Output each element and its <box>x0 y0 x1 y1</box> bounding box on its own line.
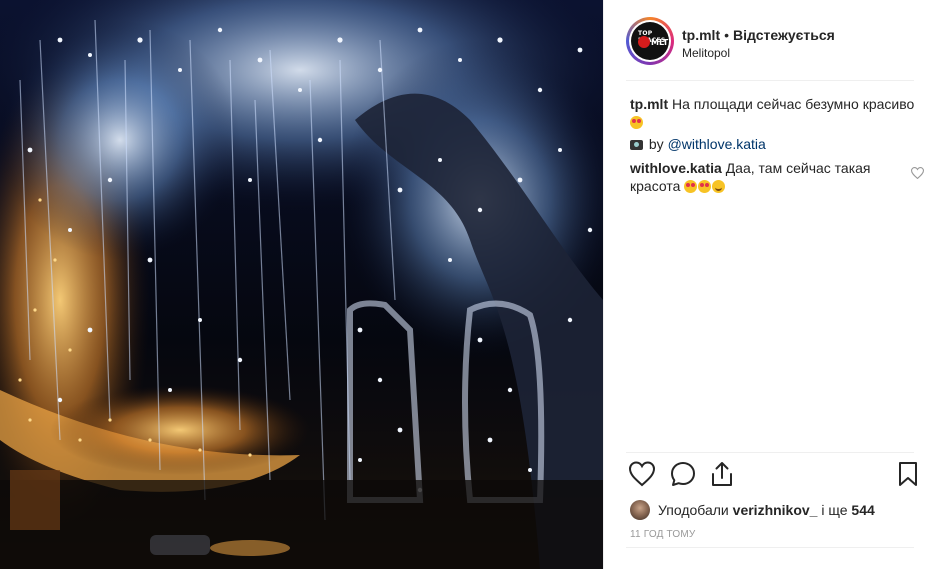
footer-divider <box>626 547 914 548</box>
likes-count[interactable]: 544 <box>851 502 874 518</box>
comment-item: withlove.katia Даа, там сейчас такая кра… <box>630 159 924 195</box>
post-timestamp[interactable]: 11 год тому <box>630 529 695 540</box>
night-lights-photo <box>0 0 603 569</box>
avatar-image: TOP PLACES MLT <box>631 22 669 60</box>
post-photo[interactable] <box>0 0 603 569</box>
credit-prefix: by <box>648 136 664 152</box>
comment-username[interactable]: withlove.katia <box>630 160 722 176</box>
avatar-logo-text-mlt: MLT <box>651 38 669 47</box>
avatar-logo-mark <box>638 36 650 48</box>
likes-prefix: Уподобали <box>658 502 729 518</box>
smiling-emoji <box>712 180 726 193</box>
avatar-border: TOP PLACES MLT <box>629 20 671 62</box>
header-divider <box>626 80 914 81</box>
liker-avatar[interactable] <box>630 500 650 520</box>
comment-icon[interactable] <box>669 460 697 488</box>
bookmark-icon[interactable] <box>894 460 922 488</box>
following-button[interactable]: Відстежується <box>733 27 835 43</box>
caption: tp.mlt На площади сейчас безумно красиво <box>630 95 920 131</box>
post-sidebar: TOP PLACES MLT tp.mlt • Відстежується Meli… <box>603 0 936 569</box>
likes-summary: Уподобали verizhnikov_ і ще 544 <box>630 500 875 520</box>
post-location[interactable]: Melitopol <box>682 46 730 60</box>
photo-credit: by @withlove.katia <box>630 135 920 153</box>
caption-username[interactable]: tp.mlt <box>630 96 668 112</box>
caption-text: На площади сейчас безумно красиво <box>672 96 915 112</box>
header-user-line: tp.mlt • Відстежується <box>682 27 835 43</box>
liker-username[interactable]: verizhnikov_ <box>733 502 818 518</box>
comment-like-heart-icon[interactable] <box>911 167 924 179</box>
profile-avatar[interactable]: TOP PLACES MLT <box>626 17 674 65</box>
heart-eyes-emoji <box>684 180 698 193</box>
heart-icon[interactable] <box>628 460 656 488</box>
likes-middle: і ще <box>821 502 848 518</box>
actions-divider <box>626 452 914 453</box>
header-separator: • <box>724 27 730 43</box>
share-icon[interactable] <box>708 460 736 488</box>
header-username[interactable]: tp.mlt <box>682 27 720 43</box>
camera-icon <box>630 140 643 150</box>
credit-handle-link[interactable]: @withlove.katia <box>668 136 766 152</box>
post-header: TOP PLACES MLT tp.mlt • Відстежується Meli… <box>604 0 936 80</box>
action-bar <box>628 460 928 492</box>
heart-eyes-emoji <box>698 180 712 193</box>
heart-eyes-emoji <box>630 116 643 129</box>
instagram-post: TOP PLACES MLT tp.mlt • Відстежується Meli… <box>0 0 936 569</box>
comments-list: tp.mlt На площади сейчас безумно красиво… <box>630 95 924 195</box>
